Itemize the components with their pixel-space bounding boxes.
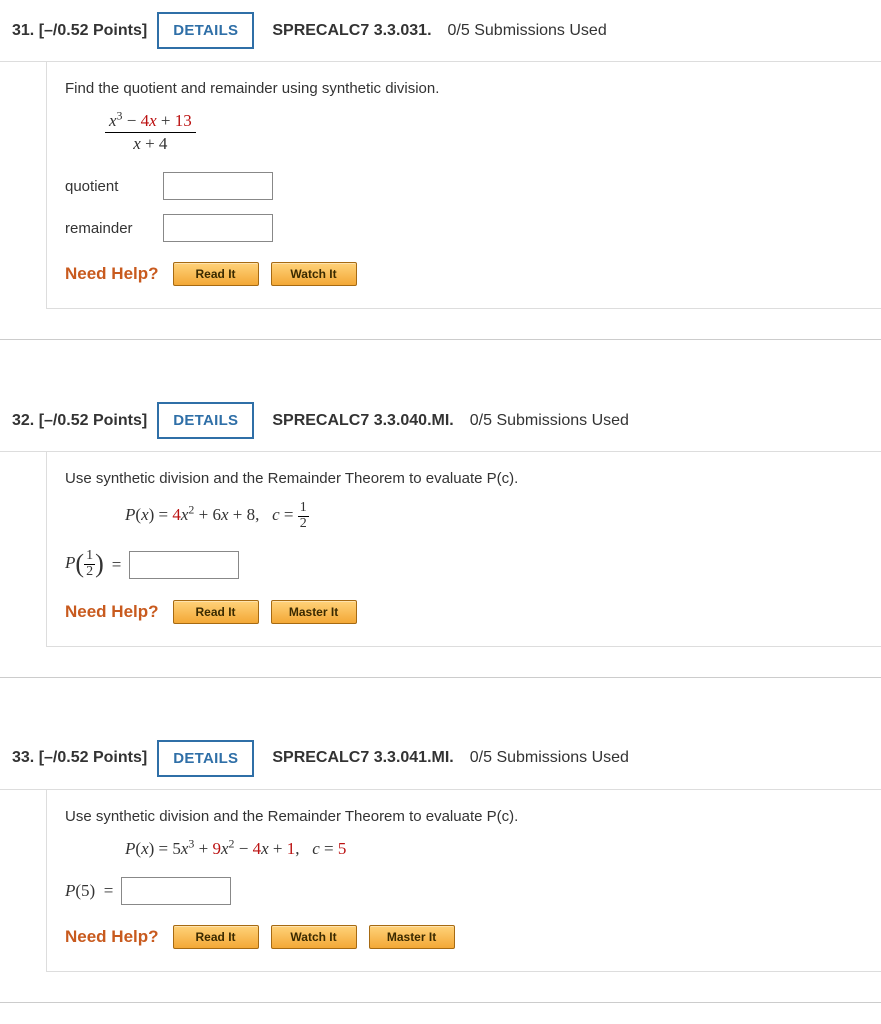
need-help-row: Need Help? Read It Master It bbox=[65, 600, 863, 624]
p-of-half-label: P(12) bbox=[65, 549, 104, 579]
question-body: Find the quotient and remainder using sy… bbox=[46, 62, 881, 309]
watch-it-button[interactable]: Watch It bbox=[271, 262, 357, 286]
need-help-label: Need Help? bbox=[65, 264, 159, 284]
source-code: SPRECALC7 3.3.040.MI. bbox=[272, 412, 453, 430]
question-33: 33. [–/0.52 Points] DETAILS SPRECALC7 3.… bbox=[0, 728, 881, 1003]
submissions-used: 0/5 Submissions Used bbox=[470, 749, 629, 767]
question-body: Use synthetic division and the Remainder… bbox=[46, 790, 881, 972]
p-of-5-label: P(5) = bbox=[65, 881, 113, 901]
answer-row-pc: P(5) = bbox=[65, 877, 863, 905]
question-31: 31. [–/0.52 Points] DETAILS SPRECALC7 3.… bbox=[0, 0, 881, 340]
math-expression: x3 − 4x + 13 x + 4 bbox=[105, 111, 863, 154]
math-expression: P(x) = 5x3 + 9x2 − 4x + 1, c = 5 bbox=[125, 839, 863, 859]
details-button[interactable]: DETAILS bbox=[157, 740, 254, 777]
question-header: 33. [–/0.52 Points] DETAILS SPRECALC7 3.… bbox=[0, 728, 881, 790]
question-body: Use synthetic division and the Remainder… bbox=[46, 452, 881, 647]
question-header: 31. [–/0.52 Points] DETAILS SPRECALC7 3.… bbox=[0, 0, 881, 62]
question-prompt: Find the quotient and remainder using sy… bbox=[65, 80, 863, 97]
need-help-label: Need Help? bbox=[65, 602, 159, 622]
read-it-button[interactable]: Read It bbox=[173, 925, 259, 949]
question-prompt: Use synthetic division and the Remainder… bbox=[65, 470, 863, 487]
read-it-button[interactable]: Read It bbox=[173, 262, 259, 286]
details-button[interactable]: DETAILS bbox=[157, 12, 254, 49]
source-code: SPRECALC7 3.3.041.MI. bbox=[272, 749, 453, 767]
question-header: 32. [–/0.52 Points] DETAILS SPRECALC7 3.… bbox=[0, 390, 881, 452]
read-it-button[interactable]: Read It bbox=[173, 600, 259, 624]
need-help-row: Need Help? Read It Watch It bbox=[65, 262, 863, 286]
pc-input[interactable] bbox=[129, 551, 239, 579]
question-32: 32. [–/0.52 Points] DETAILS SPRECALC7 3.… bbox=[0, 390, 881, 678]
question-number: 32. [–/0.52 Points] bbox=[12, 412, 147, 430]
need-help-row: Need Help? Read It Watch It Master It bbox=[65, 925, 863, 949]
submissions-used: 0/5 Submissions Used bbox=[470, 412, 629, 430]
math-expression: P(x) = 4x2 + 6x + 8, c = 12 bbox=[125, 501, 863, 531]
master-it-button[interactable]: Master It bbox=[369, 925, 455, 949]
master-it-button[interactable]: Master It bbox=[271, 600, 357, 624]
question-number: 31. [–/0.52 Points] bbox=[12, 22, 147, 40]
answer-row-pc: P(12) = bbox=[65, 549, 863, 579]
remainder-input[interactable] bbox=[163, 214, 273, 242]
need-help-label: Need Help? bbox=[65, 927, 159, 947]
source-code: SPRECALC7 3.3.031. bbox=[272, 22, 431, 40]
quotient-label: quotient bbox=[65, 178, 145, 195]
watch-it-button[interactable]: Watch It bbox=[271, 925, 357, 949]
pc-input[interactable] bbox=[121, 877, 231, 905]
details-button[interactable]: DETAILS bbox=[157, 402, 254, 439]
quotient-input[interactable] bbox=[163, 172, 273, 200]
submissions-used: 0/5 Submissions Used bbox=[448, 22, 607, 40]
answer-row-quotient: quotient bbox=[65, 172, 863, 200]
answer-row-remainder: remainder bbox=[65, 214, 863, 242]
question-prompt: Use synthetic division and the Remainder… bbox=[65, 808, 863, 825]
question-number: 33. [–/0.52 Points] bbox=[12, 749, 147, 767]
remainder-label: remainder bbox=[65, 220, 145, 237]
